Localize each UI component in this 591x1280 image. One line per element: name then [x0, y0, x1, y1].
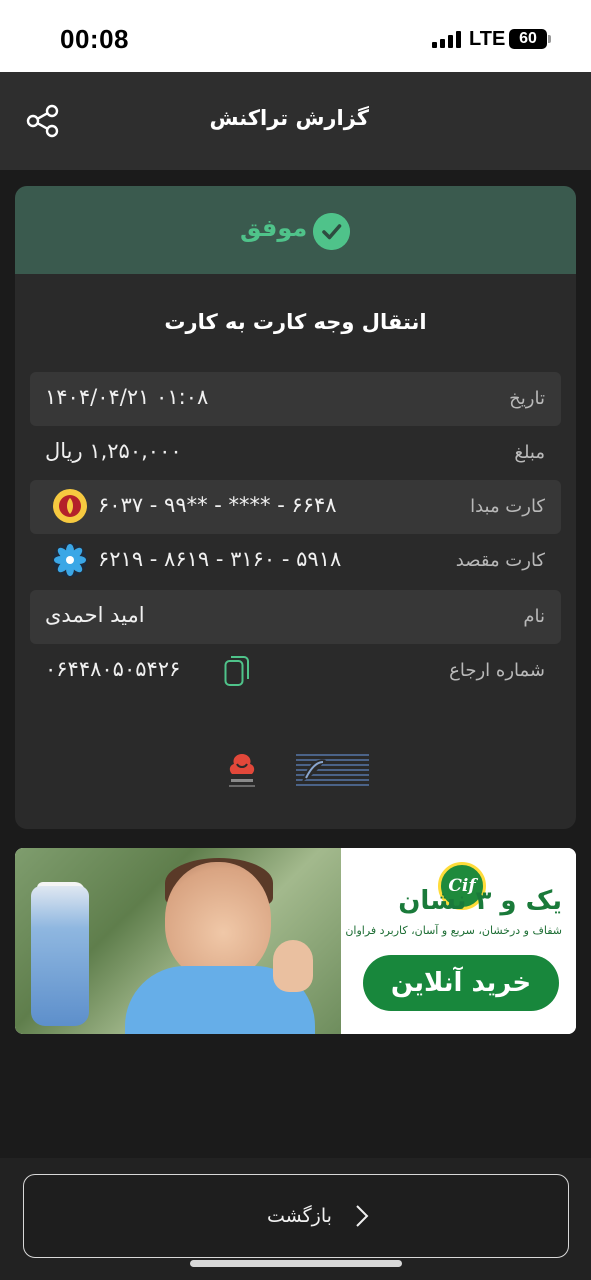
- row-value: ۶۲۱۹ - ۸۶۱۹ - ۳۱۶۰ - ۵۹۱۸: [98, 547, 342, 571]
- row-value: ۱۴۰۴/۰۴/۲۱ ۰۱:۰۸: [45, 385, 209, 409]
- transaction-title: انتقال وجه کارت به کارت: [164, 310, 427, 334]
- network-type: LTE: [469, 28, 506, 50]
- row-label: شماره ارجاع: [449, 660, 545, 681]
- bank-melli-icon: [53, 489, 87, 523]
- child-hand: [273, 940, 313, 992]
- copy-icon[interactable]: [224, 655, 250, 687]
- row-value: ۱,۲۵۰,۰۰۰ ریال: [45, 439, 182, 463]
- footer-logos: [15, 746, 576, 796]
- row-amount: مبلغ ۱,۲۵۰,۰۰۰ ریال: [30, 426, 561, 480]
- row-source-card: کارت مبدا ۶۰۳۷ - ۹۹** - **** - ۶۶۴۸: [30, 480, 561, 534]
- back-label: بازگشت: [267, 1205, 332, 1227]
- status-label: موفق: [240, 214, 308, 242]
- receipt-card: موفق انتقال وجه کارت به کارت تاریخ ۱۴۰۴/…: [15, 186, 576, 829]
- battery-icon: 60: [509, 29, 547, 49]
- row-reference: شماره ارجاع ۰۶۴۴۸۰۵۰۵۴۲۶: [30, 644, 561, 698]
- page-title: گزارش تراکنش: [209, 106, 369, 130]
- asan-pardakht-logo: [229, 754, 255, 787]
- row-destination-card: کارت مقصد ۶۲۱۹ - ۸۶۱۹ - ۳۱۶۰ - ۵۹۱۸: [30, 534, 561, 588]
- chevron-right-icon: [356, 1205, 369, 1227]
- row-value: امید احمدی: [45, 603, 145, 627]
- row-label: تاریخ: [509, 388, 545, 409]
- app-header: گزارش تراکنش: [0, 72, 591, 170]
- ad-text-panel: Cif یک و ۳ نشان شفاف و درخشان، سریع و آس…: [341, 848, 576, 1034]
- row-label: کارت مقصد: [455, 550, 545, 571]
- row-label: مبلغ: [514, 442, 545, 463]
- row-date: تاریخ ۱۴۰۴/۰۴/۲۱ ۰۱:۰۸: [30, 372, 561, 426]
- share-icon[interactable]: [26, 104, 60, 138]
- row-value: ۰۶۴۴۸۰۵۰۵۴۲۶: [45, 657, 181, 681]
- ad-buy-online-button[interactable]: خرید آنلاین: [363, 955, 559, 1011]
- row-value: ۶۰۳۷ - ۹۹** - **** - ۶۶۴۸: [98, 493, 337, 517]
- ad-headline: یک و ۳ نشان: [398, 886, 562, 916]
- row-label: کارت مبدا: [470, 496, 545, 517]
- battery-tip: [548, 35, 551, 43]
- child-face: [165, 862, 271, 980]
- home-indicator: [190, 1260, 402, 1267]
- status-strip: موفق: [15, 186, 576, 274]
- status-time: 00:08: [60, 24, 129, 54]
- bank-saman-icon: [53, 543, 87, 577]
- signal-icon: [432, 30, 464, 48]
- ad-banner[interactable]: Cif یک و ۳ نشان شفاف و درخشان، سریع و آس…: [15, 848, 576, 1034]
- check-circle-icon: [313, 213, 350, 250]
- row-label: نام: [523, 606, 545, 627]
- back-button[interactable]: بازگشت: [23, 1174, 569, 1258]
- partner-logo: [296, 754, 369, 786]
- spray-bottle-icon: [31, 886, 89, 1026]
- status-bar: 00:08 LTE 60: [0, 0, 591, 72]
- ad-photo: [15, 848, 341, 1034]
- ad-subtitle: شفاف و درخشان، سریع و آسان، کاربرد فراوا…: [345, 924, 562, 937]
- row-name: نام امید احمدی: [30, 590, 561, 644]
